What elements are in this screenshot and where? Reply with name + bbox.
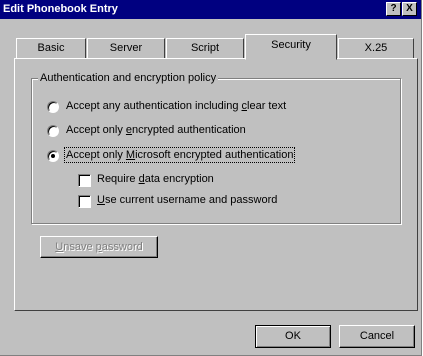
checkbox-label: Require data encryption [97,173,214,185]
tab-label: Basic [37,42,65,54]
tab-script[interactable]: Script [166,38,244,59]
radio-label: Accept only Microsoft encrypted authenti… [63,147,296,163]
title-bar[interactable]: Edit Phonebook Entry ? X [0,0,421,19]
tab-label: Script [190,42,220,54]
tab-security[interactable]: Security [245,34,337,60]
ok-button[interactable]: OK [255,325,331,348]
group-label: Authentication and encryption policy [38,72,219,84]
radio-label: Accept any authentication including clea… [66,100,287,112]
radio-label: Accept only encrypted authentication [66,124,246,136]
tab-x25[interactable]: X.25 [338,38,414,59]
checkbox-label: Use current username and password [97,194,278,206]
tab-label: X.25 [364,42,388,54]
radio-dot [51,154,55,158]
tab-label: Security [271,39,311,51]
tab-label: Server [109,42,143,54]
tab-basic[interactable]: Basic [16,38,86,59]
radio-button[interactable] [47,101,59,113]
radio-button[interactable] [47,125,59,137]
dialog-window: Edit Phonebook Entry ? X Basic Server Sc… [0,0,422,356]
checkbox[interactable] [78,195,91,208]
tab-server[interactable]: Server [87,38,165,59]
unsave-password-button[interactable]: Unsave password [40,236,158,258]
close-button[interactable]: X [402,2,417,16]
cancel-button[interactable]: Cancel [339,325,415,348]
radio-button-selected[interactable] [47,150,59,162]
help-button[interactable]: ? [386,2,401,16]
window-title: Edit Phonebook Entry [3,3,118,15]
checkbox[interactable] [78,174,91,187]
